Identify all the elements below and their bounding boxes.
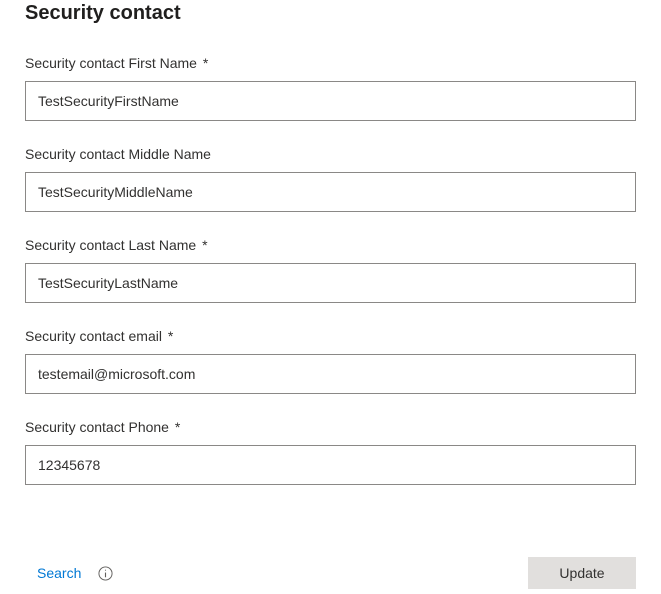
info-icon[interactable] [97, 565, 113, 581]
footer-left: Search [25, 565, 113, 581]
required-asterisk: * [168, 328, 173, 344]
required-asterisk: * [203, 55, 208, 71]
middle-name-label: Security contact Middle Name [25, 146, 636, 162]
required-asterisk: * [202, 237, 207, 253]
middle-name-label-text: Security contact Middle Name [25, 146, 211, 162]
last-name-label-text: Security contact Last Name [25, 237, 196, 253]
required-asterisk: * [175, 419, 180, 435]
first-name-label-text: Security contact First Name [25, 55, 197, 71]
first-name-input[interactable] [25, 81, 636, 121]
phone-group: Security contact Phone * [25, 419, 636, 485]
update-button[interactable]: Update [528, 557, 636, 589]
search-link[interactable]: Search [25, 565, 81, 581]
phone-label: Security contact Phone * [25, 419, 636, 435]
email-input[interactable] [25, 354, 636, 394]
phone-input[interactable] [25, 445, 636, 485]
middle-name-group: Security contact Middle Name [25, 146, 636, 212]
email-group: Security contact email * [25, 328, 636, 394]
email-label: Security contact email * [25, 328, 636, 344]
last-name-input[interactable] [25, 263, 636, 303]
phone-label-text: Security contact Phone [25, 419, 169, 435]
middle-name-input[interactable] [25, 172, 636, 212]
last-name-label: Security contact Last Name * [25, 237, 636, 253]
first-name-group: Security contact First Name * [25, 55, 636, 121]
email-label-text: Security contact email [25, 328, 162, 344]
last-name-group: Security contact Last Name * [25, 237, 636, 303]
footer-bar: Search Update [25, 555, 636, 591]
page-title: Security contact [25, 0, 636, 25]
first-name-label: Security contact First Name * [25, 55, 636, 71]
